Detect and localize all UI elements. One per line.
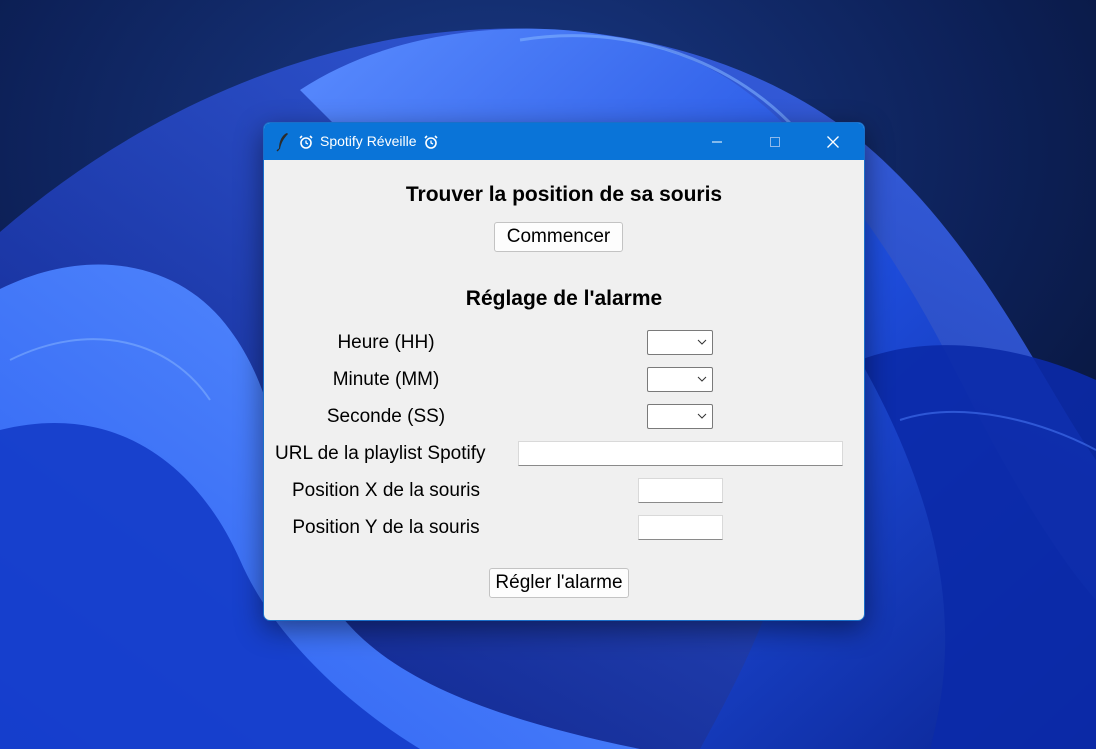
window-title: Spotify Réveille — [299, 123, 438, 160]
app-window: Spotify Réveille Trouver la position de … — [263, 122, 865, 621]
mouse-position-heading: Trouver la position de sa souris — [405, 183, 723, 206]
hour-label: Heure (HH) — [337, 332, 435, 353]
minimize-icon — [712, 141, 722, 142]
alarm-clock-icon — [299, 134, 313, 149]
second-label: Seconde (SS) — [326, 406, 446, 427]
alarm-settings-heading: Réglage de l'alarme — [465, 287, 663, 310]
mouse-x-label: Position X de la souris — [292, 480, 480, 501]
playlist-url-input[interactable] — [518, 441, 843, 466]
minimize-button[interactable] — [688, 123, 746, 160]
mouse-x-input[interactable] — [638, 478, 723, 503]
second-combobox[interactable] — [647, 404, 713, 429]
close-icon — [827, 135, 839, 148]
set-alarm-button[interactable]: Régler l'alarme — [489, 568, 629, 598]
mouse-y-label: Position Y de la souris — [292, 517, 480, 538]
chevron-down-icon — [697, 376, 707, 382]
feather-icon — [276, 133, 288, 152]
playlist-url-label: URL de la playlist Spotify — [275, 443, 486, 464]
minute-combobox[interactable] — [647, 367, 713, 392]
maximize-icon — [770, 136, 780, 147]
hour-combobox[interactable] — [647, 330, 713, 355]
window-title-text: Spotify Réveille — [320, 133, 417, 149]
title-bar[interactable]: Spotify Réveille — [264, 123, 864, 160]
chevron-down-icon — [697, 339, 707, 345]
start-button[interactable]: Commencer — [494, 222, 623, 252]
close-button[interactable] — [804, 123, 862, 160]
mouse-y-input[interactable] — [638, 515, 723, 540]
chevron-down-icon — [697, 413, 707, 419]
alarm-clock-icon — [423, 134, 438, 149]
minute-label: Minute (MM) — [332, 369, 440, 390]
maximize-button[interactable] — [746, 123, 804, 160]
